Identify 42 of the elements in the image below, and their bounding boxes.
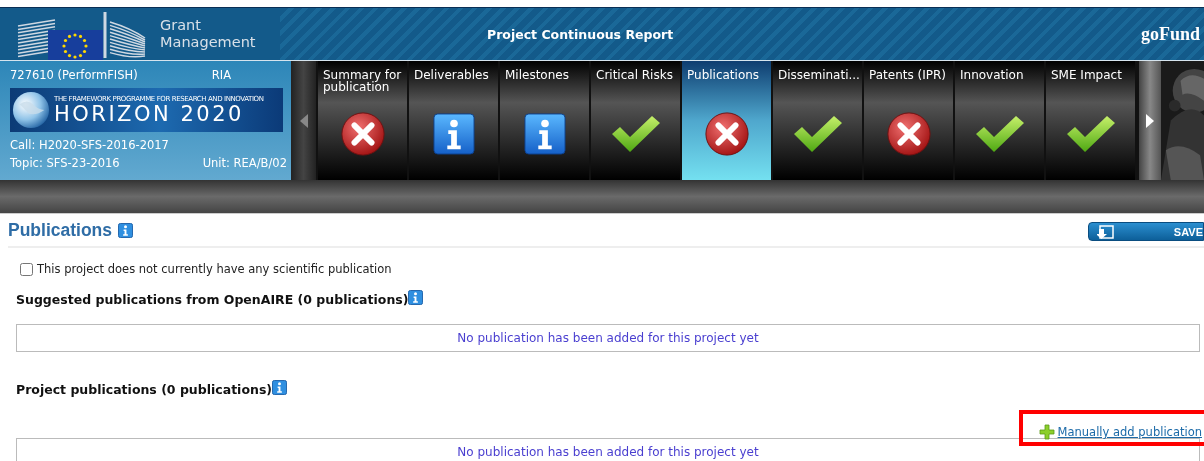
call-label: Call: H2020-SFS-2016-2017 (10, 138, 170, 152)
project-type: RIA (211, 68, 231, 82)
report-tab[interactable]: SME Impact (1046, 61, 1135, 180)
info-icon[interactable] (408, 290, 424, 305)
banner-title: HORIZON 2020 (54, 102, 245, 126)
project-id: 727610 (PerformFISH) (10, 68, 138, 82)
info-icon[interactable] (272, 380, 288, 395)
logo-text: goFund (1140, 25, 1200, 43)
right-arrow-icon (1146, 113, 1154, 128)
checkbox-label: This project does not currently have any scientific publication (37, 262, 392, 276)
plus-icon (1038, 424, 1055, 440)
left-arrow-icon (299, 113, 308, 128)
empty-message: No publication has been added for this project yet (457, 445, 759, 459)
report-tab[interactable]: Critical Risks (591, 61, 680, 180)
section-heading: Suggested publications from OpenAIRE (0 publications) (16, 291, 409, 307)
no-publication-checkbox[interactable] (20, 262, 33, 276)
report-tab[interactable]: Deliverables (409, 61, 498, 180)
report-tab[interactable]: Disseminati... (773, 61, 862, 180)
report-tab[interactable]: Patents (IPR) (864, 61, 953, 180)
info-icon (523, 112, 566, 155)
report-tab[interactable]: Publications (682, 61, 771, 180)
info-icon[interactable] (118, 222, 134, 238)
app-title: Management (160, 34, 257, 51)
save-button[interactable]: SAVE (1088, 222, 1204, 241)
section-heading: Project publications (0 publications) (16, 381, 273, 397)
report-title: Project Continuous Report (487, 26, 674, 42)
error-icon (885, 110, 932, 157)
report-tab[interactable]: Summary for publication (318, 61, 407, 180)
scroll-right-button[interactable] (1139, 61, 1161, 180)
empty-message: No publication has been added for this project yet (457, 331, 759, 345)
globe-icon (12, 91, 50, 129)
topic-label: Topic: SFS-23-2016 (10, 156, 120, 170)
error-icon (703, 110, 750, 157)
page-title: Publications (8, 219, 113, 241)
info-icon (432, 112, 475, 155)
app-title: Grant (160, 17, 202, 34)
add-publication-link[interactable]: Manually add publication (1057, 425, 1202, 439)
error-icon (339, 110, 386, 157)
report-tab[interactable]: Innovation (955, 61, 1044, 180)
report-tab[interactable]: Milestones (500, 61, 589, 180)
save-icon (1097, 224, 1115, 239)
unit-label: Unit: REA/B/02 (202, 156, 287, 170)
